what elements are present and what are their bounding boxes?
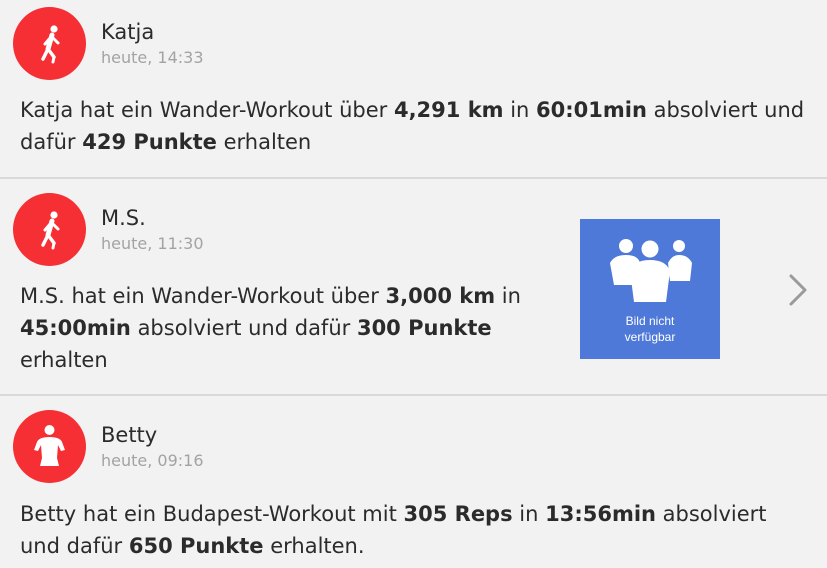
- workout-image[interactable]: Bild nicht verfügbar: [580, 219, 720, 359]
- timestamp: heute, 14:33: [101, 48, 204, 67]
- user-name: Katja: [101, 20, 155, 44]
- people-placeholder-icon: [610, 239, 692, 302]
- activity-feed: Katja heute, 14:33 Katja hat ein Wander-…: [0, 0, 827, 568]
- activity-text: Betty hat ein Budapest-Workout mit 305 R…: [20, 502, 767, 558]
- timestamp: heute, 11:30: [101, 234, 204, 253]
- feed-item-katja[interactable]: Katja heute, 14:33 Katja hat ein Wander-…: [0, 0, 827, 177]
- chevron-right-icon[interactable]: [786, 272, 810, 308]
- user-name: M.S.: [101, 206, 146, 230]
- user-name: Betty: [101, 423, 158, 447]
- timestamp: heute, 09:16: [101, 451, 204, 470]
- activity-text: Katja hat ein Wander-Workout über 4,291 …: [20, 98, 805, 154]
- hiker-icon: [13, 7, 86, 80]
- bodyweight-icon: [13, 410, 86, 483]
- activity-text: M.S. hat ein Wander-Workout über 3,000 k…: [20, 284, 521, 372]
- feed-item-ms[interactable]: M.S. heute, 11:30 M.S. hat ein Wander-Wo…: [0, 179, 827, 394]
- feed-item-betty[interactable]: Betty heute, 09:16 Betty hat ein Budapes…: [0, 396, 827, 568]
- image-caption: Bild nicht verfügbar: [624, 314, 676, 344]
- hiker-icon: [13, 193, 86, 266]
